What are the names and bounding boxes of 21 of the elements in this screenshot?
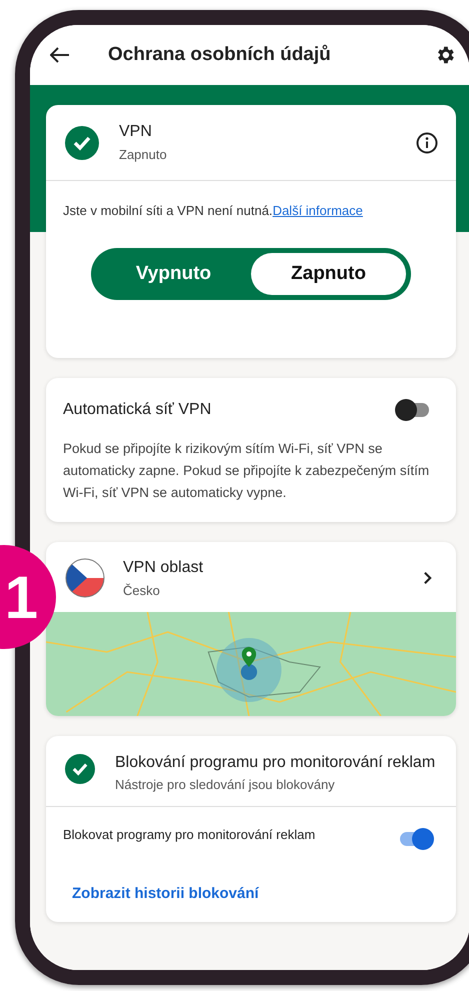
auto-vpn-switch[interactable]	[395, 398, 431, 422]
toggle-option[interactable]: Zapnuto	[251, 253, 406, 295]
region-country: Česko	[123, 582, 161, 598]
auto-vpn-description: Pokud se připojíte k rizikovým sítím Wi-Fi, síť VPN se automaticky zapne. Pokud se připojíte k zabezpečeným sítím Wi-Fi, síť VPN se automaticky vypne.	[63, 440, 430, 502]
back-arrow-icon[interactable]	[50, 47, 70, 63]
tracker-status: Nástroje pro sledování jsou blokovány	[115, 777, 336, 792]
more-info-link[interactable]: Další informace	[272, 203, 363, 218]
toggle-option[interactable]: Vypnuto	[96, 253, 251, 295]
page-title: Ochrana osobních údajů	[108, 44, 332, 66]
flag-icon	[65, 558, 105, 598]
region-title: VPN oblast	[123, 558, 204, 576]
vpn-status: Zapnuto	[119, 147, 168, 162]
tracker-title: Blokování programu pro monitorování reklam	[115, 753, 436, 773]
vpn-info-text: Jste v mobilní síti a VPN není nutná.Další informace	[63, 203, 364, 218]
block-history-link[interactable]: Zobrazit historii blokování	[72, 885, 456, 902]
auto-vpn-title: Automatická síť VPN	[63, 401, 212, 419]
chevron-right-icon[interactable]	[423, 571, 432, 585]
tracker-switch[interactable]	[398, 827, 434, 851]
info-icon[interactable]	[416, 132, 438, 154]
tracker-switch-label: Blokovat programy pro monitorování reklam	[63, 827, 316, 842]
vpn-title: VPN	[119, 123, 153, 141]
